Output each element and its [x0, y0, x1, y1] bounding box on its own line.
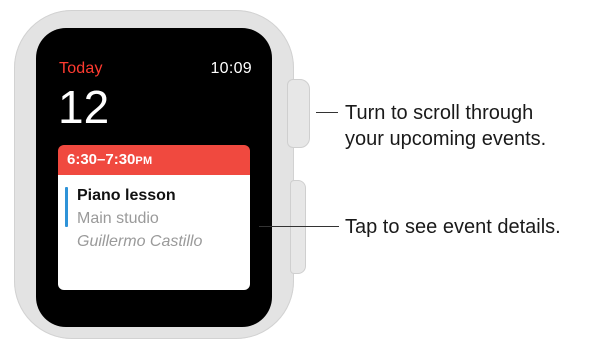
- event-location: Main studio: [77, 210, 159, 227]
- crown-callout-line1: Turn to scroll through: [345, 102, 534, 124]
- calendar-color-bar: [65, 187, 68, 227]
- clock-time: 10:09: [210, 60, 252, 77]
- day-number: 12: [58, 81, 110, 133]
- crown-callout-line: [316, 112, 338, 113]
- today-label: Today: [59, 60, 103, 77]
- event-callout-text: Tap to see event details.: [345, 216, 561, 238]
- watch-screen: Today 10:09 12 6:30–7:30PM Piano lesson …: [36, 28, 272, 327]
- event-title: Piano lesson: [77, 187, 176, 204]
- watch-illustration: Today 10:09 12 6:30–7:30PM Piano lesson …: [0, 0, 600, 339]
- side-button-icon[interactable]: [290, 180, 306, 274]
- event-time-suffix: PM: [135, 155, 153, 167]
- crown-callout-line2: your upcoming events.: [345, 128, 547, 150]
- event-time-range: 6:30–7:30: [67, 151, 136, 168]
- event-callout-line: [259, 226, 339, 227]
- event-time-header[interactable]: 6:30–7:30PM: [58, 145, 250, 175]
- digital-crown-icon[interactable]: [287, 79, 310, 148]
- event-person: Guillermo Castillo: [77, 233, 203, 250]
- event-card[interactable]: Piano lesson Main studio Guillermo Casti…: [58, 175, 250, 290]
